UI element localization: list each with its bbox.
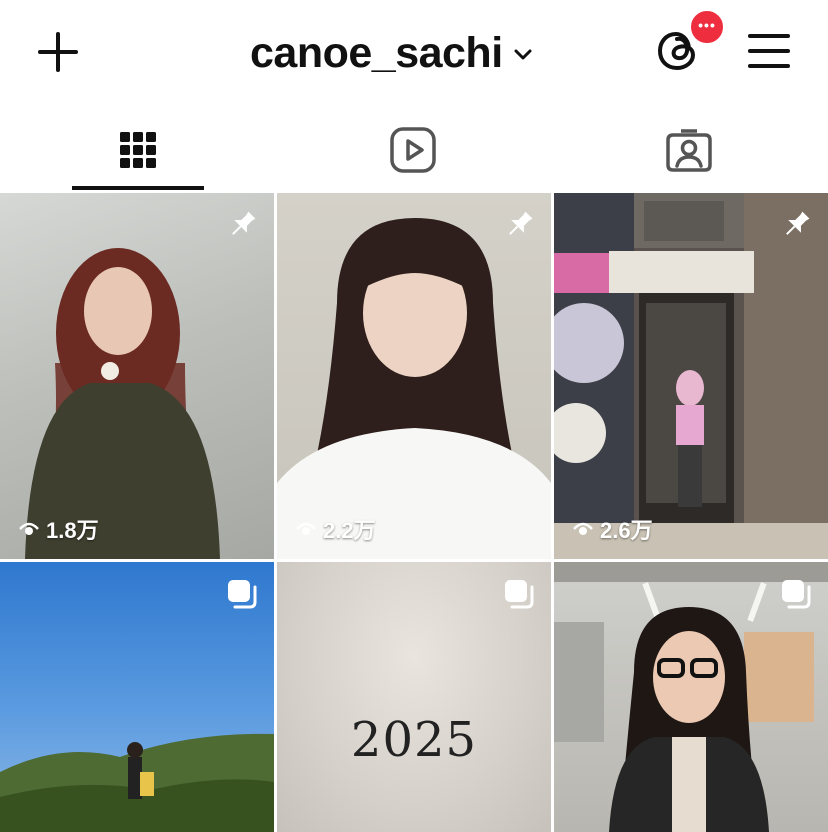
pin-icon: [786, 211, 810, 235]
grid-icon: [120, 132, 156, 168]
post-photo: [554, 193, 828, 559]
view-count-text: 2.6万: [600, 518, 653, 543]
chevron-down-icon: [514, 49, 532, 60]
carousel-icon: [228, 580, 257, 609]
notification-badge[interactable]: •••: [688, 8, 726, 46]
post-photo: [277, 193, 551, 559]
post-tile-6[interactable]: [554, 562, 828, 832]
post-tile-2[interactable]: 2.2万: [277, 193, 551, 559]
profile-header: canoe_sachi •••: [0, 0, 828, 105]
pin-icon: [232, 211, 256, 235]
reels-play-icon: [390, 127, 436, 173]
views-eye-icon: [296, 522, 316, 535]
view-count: 2.2万: [295, 513, 376, 545]
tab-reels[interactable]: [346, 105, 480, 195]
portrait-illustration: [277, 218, 551, 559]
profile-tabs: [0, 105, 828, 195]
tagged-person-icon: [666, 129, 712, 172]
view-count-text: 2.2万: [323, 518, 376, 543]
pin-icon: [509, 211, 533, 235]
view-count-text: 1.8万: [46, 518, 99, 543]
tab-tagged[interactable]: [622, 105, 756, 195]
views-eye-icon: [19, 522, 39, 535]
post-tile-4[interactable]: [0, 562, 274, 832]
street-graffiti-illustration: [554, 193, 828, 559]
views-eye-icon: [573, 522, 593, 535]
view-count: 1.8万: [18, 513, 99, 545]
hamburger-menu-icon[interactable]: [746, 32, 792, 70]
posts-grid: 1.8万 2.2万 2.6万 2025: [0, 193, 828, 832]
create-plus-icon[interactable]: [36, 30, 80, 74]
post-tile-1[interactable]: 1.8万: [0, 193, 274, 559]
carousel-icon: [782, 580, 811, 609]
account-switcher[interactable]: canoe_sachi: [250, 26, 533, 80]
post-tile-5[interactable]: 2025: [277, 562, 551, 832]
view-count: 2.6万: [572, 513, 653, 545]
post-photo: [0, 193, 274, 559]
active-tab-indicator: [72, 186, 204, 190]
carousel-icon: [505, 580, 534, 609]
username-label: canoe_sachi: [250, 28, 503, 77]
post-tile-3[interactable]: 2.6万: [554, 193, 828, 559]
tab-grid-posts[interactable]: [72, 105, 204, 195]
portrait-illustration: [25, 248, 220, 559]
post-overlay-text: 2025: [350, 712, 478, 768]
